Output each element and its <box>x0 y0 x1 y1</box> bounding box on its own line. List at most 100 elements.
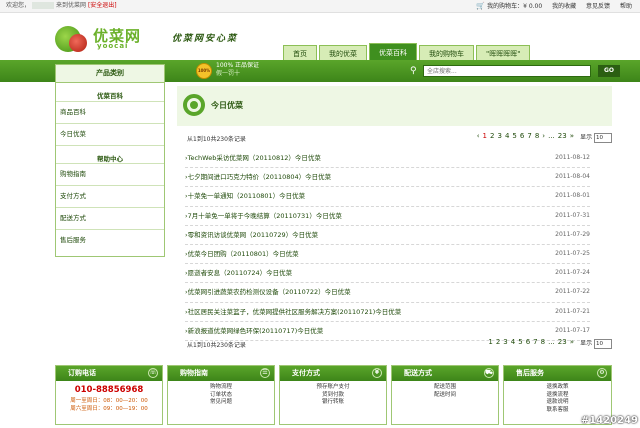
footer-link[interactable]: 预存账户支付 <box>280 384 386 392</box>
bottom-page-link[interactable]: 23 <box>558 338 567 346</box>
target-icon <box>183 94 205 116</box>
news-title-link[interactable]: ›零和资讯访谈优菜网（20110729）今日优菜 <box>185 226 318 244</box>
pager-bottom: 从1到10共230条记录 1 2 3 4 5 6 7 8... 23» 显示 10 <box>177 338 612 350</box>
news-date: 2011-08-12 <box>555 154 590 161</box>
footer-link[interactable]: 货到付款 <box>280 392 386 400</box>
top-bar: 欢迎您， 来到优菜网 [安全退出] 🛒 我的购物车：¥ 0.00 我的收藏 意见反馈… <box>0 0 640 13</box>
news-title-link[interactable]: ›社区居民关注菜篮子，优菜网提供社区服务解决方案(20110721)今日优菜 <box>185 303 401 321</box>
news-date: 2011-07-24 <box>555 269 590 277</box>
logout-link[interactable]: [安全退出] <box>88 2 117 9</box>
hotline-phone: 010-88856968 <box>74 385 144 395</box>
footer-links: 退换政策 退换流程 退款说明 联系客服 <box>504 381 611 414</box>
list-item: ›十菜免一单通知（20110801）今日优菜 2011-08-01 <box>185 187 590 207</box>
news-title-link[interactable]: ›新浪报道优菜网绿色环保(20110717)今日优菜 <box>185 322 323 340</box>
list-item: ›优菜今日团购（20110801）今日优菜 2011-07-25 <box>185 245 590 265</box>
footer-col-title: 配送方式 ⛟ <box>392 366 498 381</box>
footer-link[interactable]: 银行转账 <box>280 399 386 407</box>
green-band: 产品类别 100% 100% 正品保证 假一罚十 ⚲ GO <box>0 60 640 82</box>
sidebar-item-payment[interactable]: 支付方式 <box>56 185 164 207</box>
help-link[interactable]: 帮助 <box>620 3 632 10</box>
news-title-link[interactable]: ›愿逝者安息（20110724）今日优菜 <box>185 264 292 282</box>
record-count-top: 从1到10共230条记录 <box>187 136 246 143</box>
search-go-button[interactable]: GO <box>598 65 620 77</box>
per-page-select-top[interactable]: 10 <box>594 132 612 143</box>
news-date: 2011-07-29 <box>555 230 590 238</box>
record-count-bottom: 从1到10共230条记录 <box>187 342 246 349</box>
news-date: 2011-07-21 <box>555 307 590 315</box>
footer-col-icon: ☰ <box>260 368 270 378</box>
bottom-page-link[interactable]: 4 <box>511 338 515 346</box>
news-title-link[interactable]: ›七夕期间进口巧克力特价（20110804）今日优菜 <box>185 168 331 186</box>
top-page-link[interactable]: 6 <box>520 132 524 140</box>
top-page-link[interactable]: 5 <box>512 132 516 140</box>
top-cart-link[interactable]: 我的购物车：¥ 0.00 <box>487 3 542 10</box>
bottom-page-link[interactable]: 3 <box>503 338 507 346</box>
bottom-page-link[interactable]: 1 <box>488 338 492 346</box>
top-page-link[interactable]: 3 <box>497 132 501 140</box>
footer-links: 预存账户支付 货到付款 银行转账 <box>280 381 386 407</box>
sidebar-item-delivery[interactable]: 配送方式 <box>56 207 164 229</box>
show-label: 显示 <box>580 340 593 347</box>
bottom-page-link[interactable]: ... <box>548 338 555 346</box>
sidebar-item-product-encyclopedia[interactable]: 商品百科 <box>56 101 164 123</box>
top-page-link[interactable]: 8 <box>535 132 539 140</box>
news-title-link[interactable]: ›优菜网引进蔬菜农药检测仪设备（20110722）今日优菜 <box>185 283 351 301</box>
footer-link[interactable]: 配送时间 <box>392 392 498 400</box>
sidebar-item-today[interactable]: 今日优菜 <box>56 123 164 145</box>
bottom-page-link[interactable]: 5 <box>518 338 522 346</box>
top-page-link[interactable]: 1 <box>483 132 487 140</box>
footer-link[interactable]: 购物流程 <box>168 384 274 392</box>
news-title-link[interactable]: ›7月十单免一单将于今晚结算（20110731）今日优菜 <box>185 207 342 225</box>
bottom-page-link[interactable]: 7 <box>533 338 537 346</box>
top-page-link[interactable]: » <box>570 132 574 140</box>
sidebar-item-shopping-guide[interactable]: 购物指南 <box>56 163 164 185</box>
bottom-page-link[interactable]: » <box>570 338 574 346</box>
logo-tomato-icon <box>69 34 87 52</box>
content-heading: 今日优菜 <box>177 86 612 126</box>
bottom-page-link[interactable]: 8 <box>541 338 545 346</box>
footer-link[interactable]: 退款说明 <box>504 399 611 407</box>
footer-link[interactable]: 退换流程 <box>504 392 611 400</box>
top-page-link[interactable]: 4 <box>505 132 509 140</box>
footer-link[interactable]: 配送范围 <box>392 384 498 392</box>
main-content: 今日优菜 从1到10共230条记录 ‹ 1 2 3 4 5 6 7 8 ›... 23» 显示 10… <box>177 82 612 352</box>
guarantee-main: 100% 正品保证 <box>216 62 260 69</box>
top-page-link[interactable]: › <box>542 132 545 140</box>
list-item: ›优菜网引进蔬菜农药检测仪设备（20110722）今日优菜 2011-07-22 <box>185 283 590 303</box>
top-page-link[interactable]: ‹ <box>477 132 480 140</box>
per-page-control-top: 显示 10 <box>580 132 612 143</box>
bottom-page-link[interactable]: 2 <box>496 338 500 346</box>
footer-col-1: 支付方式 ¥ 预存账户支付 货到付款 银行转账 <box>279 365 387 425</box>
per-page-control-bottom: 显示 10 <box>580 338 612 349</box>
cart-icon: 🛒 <box>476 2 486 10</box>
category-title: 产品类别 <box>55 64 165 82</box>
phone-icon: ☏ <box>148 368 158 378</box>
news-date: 2011-07-17 <box>555 326 590 334</box>
news-date: 2011-08-01 <box>555 192 590 200</box>
site-logo[interactable]: 优菜网 yoocai <box>55 23 145 57</box>
top-page-link[interactable]: 2 <box>490 132 494 140</box>
footer-link[interactable]: 退换政策 <box>504 384 611 392</box>
footer-link[interactable]: 联系客服 <box>504 407 611 415</box>
watermark: #1420249 <box>580 415 638 426</box>
footer-link[interactable]: 订单状态 <box>168 392 274 400</box>
news-title-link[interactable]: ›优菜今日团购（20110801）今日优菜 <box>185 245 299 263</box>
sidebar-section-help: 帮助中心 <box>56 145 164 163</box>
footer-link[interactable]: 常见问题 <box>168 399 274 407</box>
sidebar-item-after-sales[interactable]: 售后服务 <box>56 229 164 251</box>
header: 优菜网 yoocai 优菜网安心菜 首页 我的优菜 优菜百科 我的购物车 "晖晖… <box>0 13 640 63</box>
top-page-link[interactable]: ... <box>548 132 555 140</box>
news-title-link[interactable]: ›十菜免一单通知（20110801）今日优菜 <box>185 187 305 205</box>
per-page-select-bottom[interactable]: 10 <box>594 338 612 349</box>
list-item: ›七夕期间进口巧克力特价（20110804）今日优菜 2011-08-04 <box>185 168 590 188</box>
news-date: 2011-07-25 <box>555 249 590 257</box>
feedback-link[interactable]: 意见反馈 <box>586 3 610 10</box>
bottom-page-link[interactable]: 6 <box>526 338 530 346</box>
top-page-link[interactable]: 7 <box>527 132 531 140</box>
top-page-link[interactable]: 23 <box>558 132 567 140</box>
search-input[interactable] <box>423 65 591 77</box>
news-date: 2011-07-22 <box>555 288 590 296</box>
footer-col-icon: ⚙ <box>597 368 607 378</box>
favorites-link[interactable]: 我的收藏 <box>552 3 576 10</box>
news-title-link[interactable]: ›TechWeb采访优菜网（20110812）今日优菜 <box>185 149 321 167</box>
